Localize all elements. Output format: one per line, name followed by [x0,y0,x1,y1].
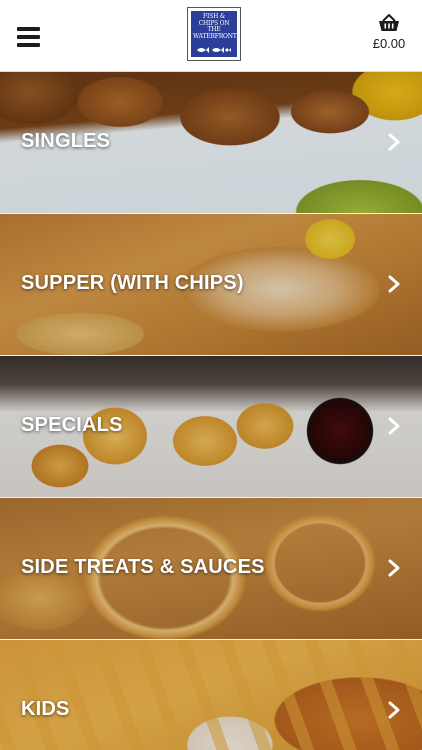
category-side-treats[interactable]: SIDE TREATS & SAUCES [0,498,422,640]
chevron-right-icon [388,417,400,435]
category-label: SINGLES [21,130,111,152]
chevron-right-icon [388,701,400,719]
chevron-right-icon [388,275,400,293]
app-header: FISH & CHIPS ON THE WATERFRONT £0.00 [0,0,422,72]
category-list: SINGLES SUPPER (WITH CHIPS) SPECIALS SID… [0,72,422,750]
category-label: SUPPER (WITH CHIPS) [21,272,244,294]
category-specials[interactable]: SPECIALS [0,356,422,498]
category-label: SIDE TREATS & SAUCES [21,556,265,578]
category-label: KIDS [21,698,70,720]
logo-text: FISH & CHIPS ON THE WATERFRONT [193,13,237,40]
category-supper[interactable]: SUPPER (WITH CHIPS) [0,214,422,356]
chevron-right-icon [388,133,400,151]
brand-logo[interactable]: FISH & CHIPS ON THE WATERFRONT [187,7,241,61]
hamburger-menu-icon[interactable] [17,27,40,49]
basket-icon [379,14,399,31]
chevron-right-icon [388,559,400,577]
logo-badge: FISH & CHIPS ON THE WATERFRONT [191,11,237,57]
category-kids[interactable]: KIDS [0,640,422,750]
fish-logo-icon [197,47,231,53]
cart-button[interactable]: £0.00 [371,14,407,58]
category-label: SPECIALS [21,414,123,436]
category-singles[interactable]: SINGLES [0,72,422,214]
cart-total: £0.00 [372,36,406,51]
